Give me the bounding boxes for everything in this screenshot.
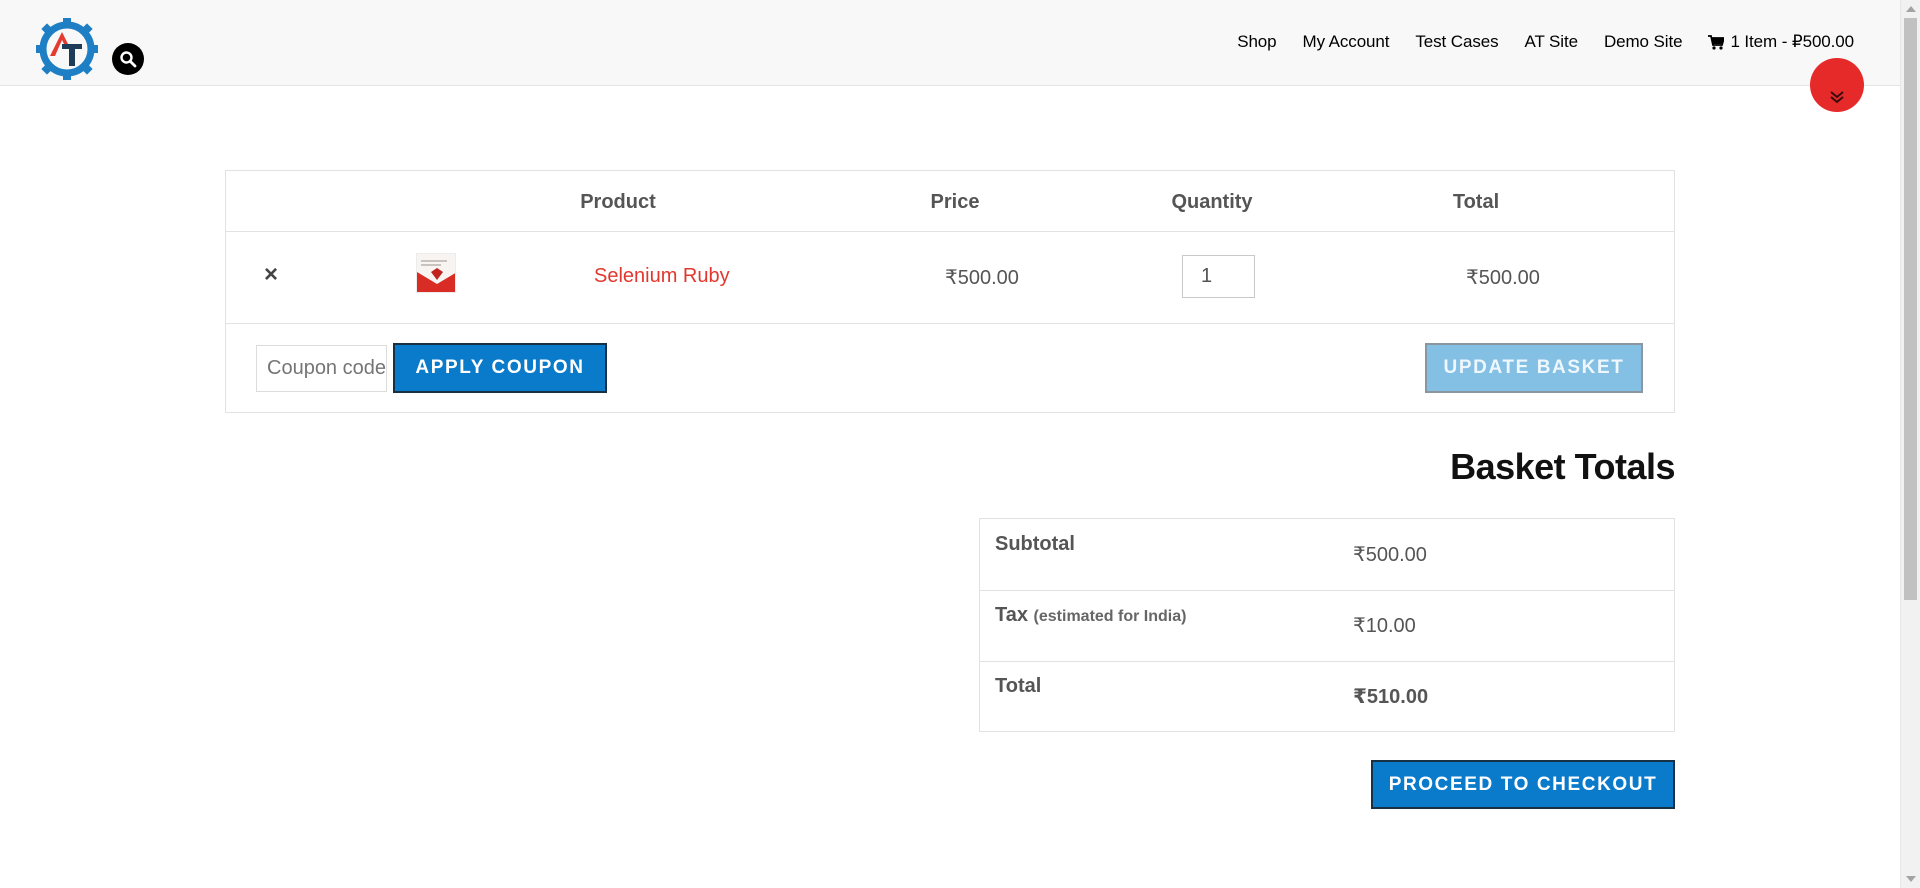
product-price: ₹500.00 xyxy=(945,267,1019,289)
column-header-total: Total xyxy=(1452,191,1500,213)
apply-coupon-button[interactable]: Apply Coupon xyxy=(393,343,607,393)
main-nav: Shop My Account Test Cases AT Site Demo … xyxy=(1211,32,1854,52)
tax-note: (estimated for India) xyxy=(1033,608,1187,625)
remove-item-button[interactable]: × xyxy=(264,263,278,287)
column-header-price: Price xyxy=(930,191,980,213)
line-total: ₹500.00 xyxy=(1466,267,1540,289)
product-name-link[interactable]: Selenium Ruby xyxy=(594,265,730,288)
cart-icon xyxy=(1708,34,1725,50)
subtotal-value: ₹500.00 xyxy=(1353,544,1427,566)
tax-label: Tax (estimated for India) xyxy=(995,604,1186,627)
product-image-icon xyxy=(417,254,455,292)
nav-demo-site[interactable]: Demo Site xyxy=(1604,32,1683,52)
update-basket-button[interactable]: Update Basket xyxy=(1425,343,1643,393)
vertical-scrollbar[interactable] xyxy=(1900,0,1920,888)
site-logo[interactable] xyxy=(34,16,100,82)
order-total-value: ₹510.00 xyxy=(1353,686,1429,708)
divider xyxy=(980,590,1674,591)
divider xyxy=(226,323,1674,324)
column-header-quantity: Quantity xyxy=(1171,191,1253,213)
scrollbar-thumb[interactable] xyxy=(1904,18,1917,600)
quantity-input[interactable] xyxy=(1182,255,1255,298)
nav-cart[interactable]: 1 Item - ₽500.00 xyxy=(1708,32,1854,52)
coupon-code-input[interactable] xyxy=(256,345,387,392)
page: Shop My Account Test Cases AT Site Demo … xyxy=(0,0,1920,888)
scroll-down-arrow-icon[interactable] xyxy=(1906,876,1916,882)
basket-totals-table: Subtotal ₹500.00 Tax (estimated for Indi… xyxy=(979,518,1675,732)
cart-table: Product Price Quantity Total × Selenium … xyxy=(225,170,1675,413)
divider xyxy=(980,661,1674,662)
proceed-to-checkout-button[interactable]: Proceed to Checkout xyxy=(1371,760,1675,809)
total-label: Total xyxy=(995,675,1042,697)
scroll-up-arrow-icon[interactable] xyxy=(1906,6,1916,12)
chevron-double-down-icon xyxy=(1830,91,1844,104)
search-button[interactable] xyxy=(112,43,144,75)
tax-label-text: Tax xyxy=(995,604,1028,626)
nav-shop[interactable]: Shop xyxy=(1237,32,1276,52)
basket-totals-heading: Basket Totals xyxy=(1450,446,1675,487)
column-header-product: Product xyxy=(580,191,656,213)
product-thumbnail[interactable] xyxy=(416,253,456,293)
tax-value: ₹10.00 xyxy=(1353,615,1416,637)
nav-test-cases[interactable]: Test Cases xyxy=(1415,32,1498,52)
cart-summary: 1 Item - ₽500.00 xyxy=(1730,32,1854,51)
site-header: Shop My Account Test Cases AT Site Demo … xyxy=(0,0,1900,86)
divider xyxy=(226,231,1674,232)
search-icon xyxy=(120,51,137,68)
scroll-down-button[interactable] xyxy=(1810,58,1864,112)
nav-at-site[interactable]: AT Site xyxy=(1524,32,1578,52)
subtotal-label: Subtotal xyxy=(995,533,1075,555)
nav-my-account[interactable]: My Account xyxy=(1303,32,1390,52)
